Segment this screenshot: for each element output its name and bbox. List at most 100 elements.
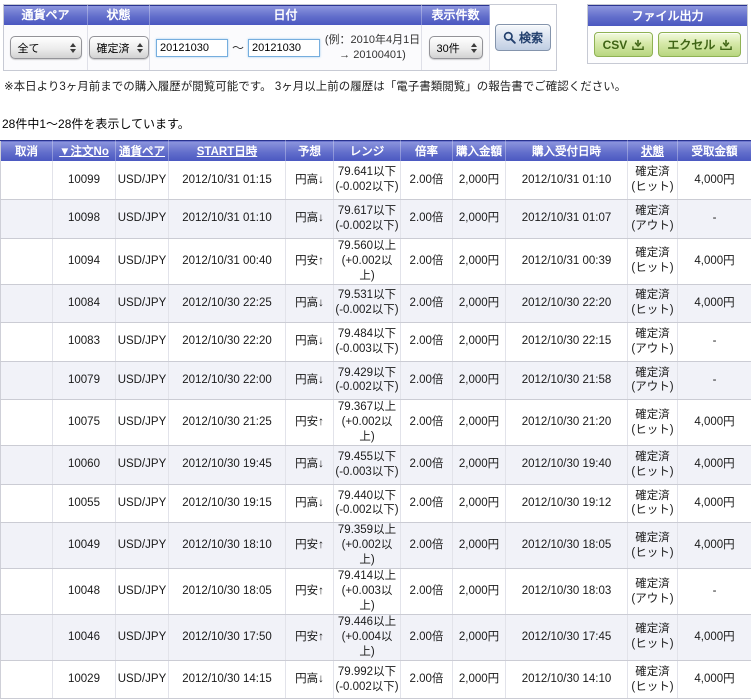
cell-forecast: 円高↓ [286,361,334,400]
cell-multiplier: 2.00倍 [401,361,453,400]
cell-status: 確定済(ヒット) [628,284,678,323]
search-cell: 検索 [490,5,556,70]
cell-status-line: (ヒット) [628,180,677,195]
cell-cancel [1,569,53,615]
date-to-input[interactable] [248,39,320,57]
cell-status: 確定済(アウト) [628,569,678,615]
cell-forecast: 円高↓ [286,323,334,362]
cell-range-line: 79.446以上 [334,615,400,630]
cell-order_no: 10049 [53,523,116,569]
search-button[interactable]: 検索 [495,24,551,51]
cell-pair: USD/JPY [116,161,169,200]
column-header-range: レンジ [334,141,401,162]
cell-range-line: 79.440以下 [334,489,400,504]
cell-order_no: 10084 [53,284,116,323]
cell-range-line: 79.359以上 [334,523,400,538]
cell-accepted: 2012/10/30 21:58 [506,361,628,400]
table-row: 10083USD/JPY2012/10/30 22:20円高↓79.484以下(… [1,323,751,362]
filter-bar: 通貨ペア 状態 日付 表示件数 検索 全て 確定済 [3,4,748,71]
column-header-pair[interactable]: 通貨ペア [116,141,169,162]
cell-start: 2012/10/31 01:15 [169,161,286,200]
cell-payout: 4,000円 [678,446,751,485]
cell-accepted: 2012/10/31 01:07 [506,200,628,239]
cell-payout: 4,000円 [678,660,751,699]
cell-purchase: 2,000円 [453,614,506,660]
cell-range-line: (-0.003以下) [334,342,400,357]
table-row: 10098USD/JPY2012/10/31 01:10円高↓79.617以下(… [1,200,751,239]
cell-range-line: (+0.002以上) [334,538,400,568]
cell-status: 確定済(ヒット) [628,614,678,660]
cell-multiplier: 2.00倍 [401,161,453,200]
status-select[interactable]: 確定済 [89,36,149,59]
cell-status-line: (ヒット) [628,503,677,518]
cell-status-line: (アウト) [628,342,677,357]
column-header-status[interactable]: 状態 [628,141,678,162]
cell-range-line: (+0.003以上) [334,584,400,614]
currency-pair-select[interactable]: 全て [10,36,82,59]
cell-cancel [1,660,53,699]
cell-order_no: 10079 [53,361,116,400]
csv-export-button[interactable]: CSV [594,32,654,57]
cell-status: 確定済(アウト) [628,323,678,362]
cell-payout: 4,000円 [678,614,751,660]
date-from-input[interactable] [156,39,228,57]
cell-start: 2012/10/30 22:00 [169,361,286,400]
cell-purchase: 2,000円 [453,200,506,239]
cell-range-line: 79.414以上 [334,569,400,584]
search-icon [503,31,516,44]
cell-multiplier: 2.00倍 [401,400,453,446]
cell-range: 79.560以上(+0.002以上) [334,238,401,284]
cell-purchase: 2,000円 [453,361,506,400]
cell-range-line: 79.429以下 [334,366,400,381]
cell-range-line: 79.992以下 [334,665,400,680]
cell-order_no: 10083 [53,323,116,362]
cell-status-line: 確定済 [628,327,677,342]
cell-accepted: 2012/10/30 22:20 [506,284,628,323]
cell-purchase: 2,000円 [453,323,506,362]
csv-button-label: CSV [603,38,628,52]
cell-range-line: (-0.002以下) [334,303,400,318]
cell-range: 79.414以上(+0.003以上) [334,569,401,615]
display-count-select[interactable]: 30件 [429,36,483,59]
cell-payout: 4,000円 [678,523,751,569]
column-header-purchase: 購入金額 [453,141,506,162]
cell-accepted: 2012/10/30 19:40 [506,446,628,485]
cell-purchase: 2,000円 [453,523,506,569]
cell-pair: USD/JPY [116,400,169,446]
cell-range-line: 79.484以下 [334,327,400,342]
cell-pair: USD/JPY [116,361,169,400]
cell-forecast: 円高↓ [286,284,334,323]
download-icon [720,39,732,51]
cell-start: 2012/10/30 17:50 [169,614,286,660]
table-row: 10084USD/JPY2012/10/30 22:25円高↓79.531以下(… [1,284,751,323]
table-row: 10094USD/JPY2012/10/31 00:40円安↑79.560以上(… [1,238,751,284]
cell-cancel [1,614,53,660]
cell-payout: - [678,361,751,400]
cell-start: 2012/10/30 22:25 [169,284,286,323]
cell-range: 79.617以下(-0.002以下) [334,200,401,239]
cell-accepted: 2012/10/30 14:10 [506,660,628,699]
status-cell: 確定済 [88,25,150,70]
cell-payout: 4,000円 [678,284,751,323]
cell-forecast: 円安↑ [286,238,334,284]
cell-range: 79.429以下(-0.002以下) [334,361,401,400]
cell-cancel [1,523,53,569]
cell-purchase: 2,000円 [453,484,506,523]
excel-export-button[interactable]: エクセル [658,32,741,57]
cell-start: 2012/10/30 18:05 [169,569,286,615]
status-header: 状態 [88,5,150,25]
cell-cancel [1,284,53,323]
column-header-forecast: 予想 [286,141,334,162]
cell-purchase: 2,000円 [453,161,506,200]
cell-start: 2012/10/30 19:15 [169,484,286,523]
cell-accepted: 2012/10/30 18:05 [506,523,628,569]
column-header-start[interactable]: START日時 [169,141,286,162]
cell-range-line: (-0.002以下) [334,680,400,695]
table-row: 10048USD/JPY2012/10/30 18:05円安↑79.414以上(… [1,569,751,615]
cell-multiplier: 2.00倍 [401,284,453,323]
cell-status-line: (アウト) [628,592,677,607]
column-header-order_no[interactable]: ▼注文No [53,141,116,162]
cell-multiplier: 2.00倍 [401,484,453,523]
cell-order_no: 10046 [53,614,116,660]
history-availability-note: ※本日より3ヶ月前までの購入履歴が閲覧可能です。 3ヶ月以上前の履歴は「電子書類… [4,78,751,94]
